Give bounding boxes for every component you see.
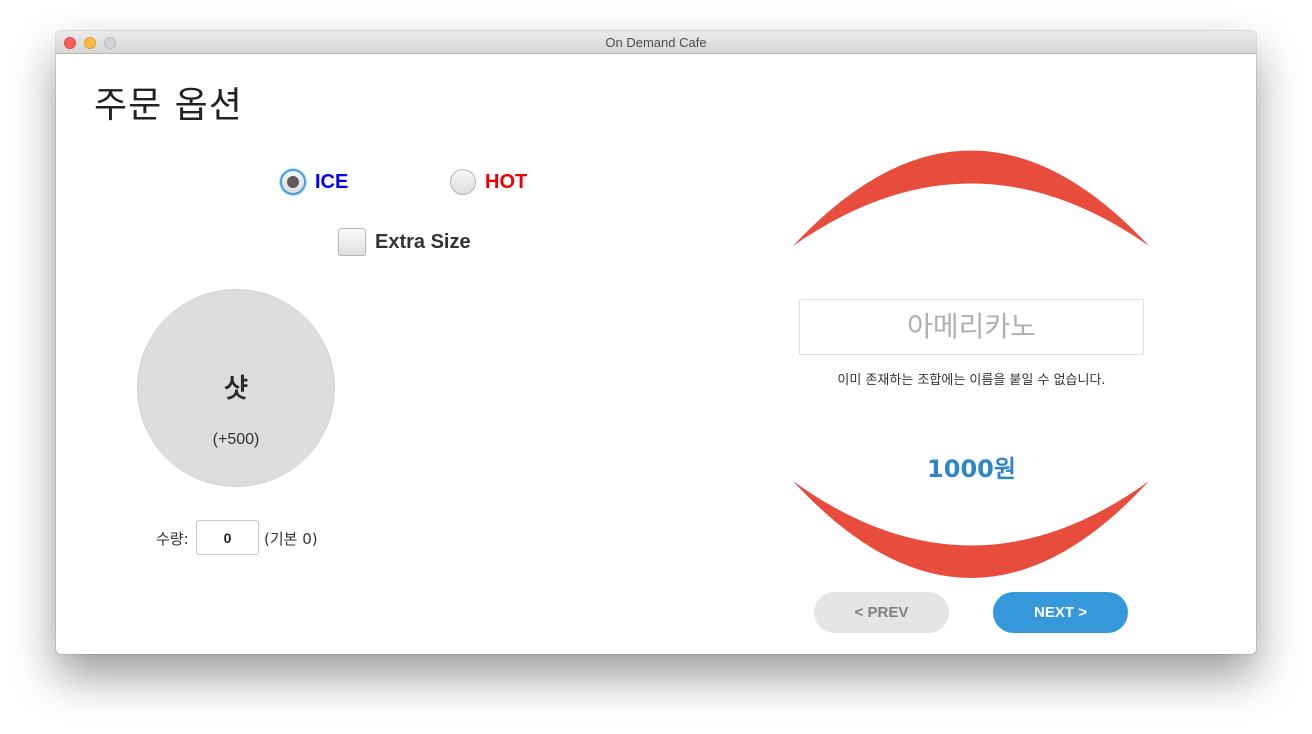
- cup-graphic: [793, 150, 1149, 578]
- radio-hot-indicator[interactable]: [450, 169, 476, 195]
- shot-option-price: (+500): [212, 431, 260, 448]
- combo-name-input[interactable]: [799, 299, 1144, 355]
- radio-ice[interactable]: ICE: [280, 169, 348, 195]
- page-title: 주문 옵션: [94, 85, 243, 126]
- prev-button[interactable]: < PREV: [814, 592, 949, 633]
- cup-bottom-arc: [793, 481, 1149, 578]
- quantity-label: 수량:: [156, 530, 189, 548]
- cup-top-arc: [793, 150, 1149, 246]
- extra-size-label[interactable]: Extra Size: [375, 231, 471, 254]
- quantity-input[interactable]: [196, 520, 259, 555]
- title-bar[interactable]: On Demand Cafe: [56, 31, 1256, 54]
- main-content: 주문 옵션 ICE HOT Extra Size 샷 (+500) 수량: (기…: [56, 54, 1256, 654]
- radio-hot[interactable]: HOT: [450, 169, 527, 195]
- combo-name-hint: 이미 존재하는 조합에는 이름을 붙일 수 없습니다.: [837, 373, 1106, 388]
- radio-ice-label[interactable]: ICE: [315, 171, 348, 194]
- quantity-default-text: (기본 0): [264, 530, 318, 548]
- extra-size-checkbox[interactable]: Extra Size: [338, 228, 471, 256]
- shot-option-name: 샷: [224, 374, 248, 404]
- next-button[interactable]: NEXT >: [993, 592, 1128, 633]
- shot-option-button[interactable]: 샷 (+500): [137, 289, 335, 487]
- radio-hot-label[interactable]: HOT: [485, 171, 527, 194]
- window-title: On Demand Cafe: [605, 35, 707, 50]
- radio-ice-indicator[interactable]: [280, 169, 306, 195]
- extra-size-checkbox-box[interactable]: [338, 228, 366, 256]
- app-window: On Demand Cafe 주문 옵션 ICE HOT Extra Size …: [56, 31, 1256, 654]
- total-price: 1000원: [927, 455, 1016, 483]
